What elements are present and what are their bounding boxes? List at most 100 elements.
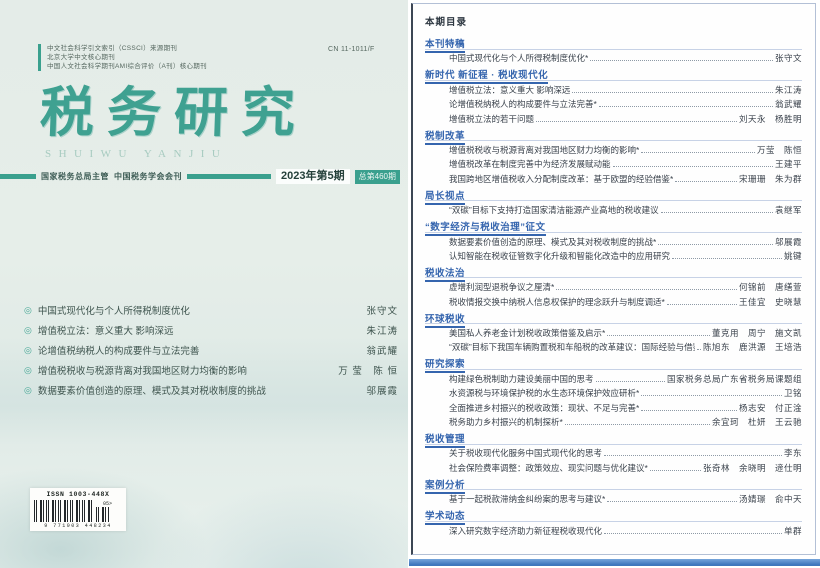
toc-article-title[interactable]: 论增值税纳税人的构成要件与立法完善*	[449, 98, 597, 110]
footer-rule-left	[0, 174, 36, 179]
dotted-leader	[667, 304, 737, 305]
toc-article-authors: 刘天永 杨胜明	[739, 113, 802, 125]
toc-article-title[interactable]: 税务助力乡村振兴的机制探析*	[449, 416, 563, 428]
journal-title-pinyin: SHUIWU YANJIU	[45, 148, 227, 160]
footer-rule-right	[187, 174, 271, 179]
toc-section-heading: “数字经济与税收治理”征文	[425, 217, 802, 233]
toc-article-title[interactable]: 中国式现代化与个人所得税制度优化*	[449, 52, 588, 64]
toc-article-row[interactable]: 论增值税纳税人的构成要件与立法完善*翁武耀	[425, 96, 802, 110]
toc-article-row[interactable]: 深入研究数字经济助力新征程税收现代化单群	[425, 522, 802, 536]
toc-article-row[interactable]: 税务助力乡村振兴的机制探析*余宜珂 杜妍 王云驰	[425, 414, 802, 428]
toc-article-title[interactable]: 数据要素价值创造的原理、模式及其对税收制度的挑战*	[449, 236, 656, 248]
cover-article-authors: 邬展霞	[366, 383, 398, 397]
toc-article-row[interactable]: 增值税税收与税源背离对我国地区财力均衡的影响*万莹 陈恒	[425, 142, 802, 156]
toc-article-row[interactable]: 构建绿色税制助力建设美丽中国的思考国家税务总局广东省税务局课题组	[425, 370, 802, 384]
toc-article-row[interactable]: 税收情报交换中纳税人信息权保护的理念跃升与制度调适*王佳宜 史晓慧	[425, 293, 802, 307]
toc-section-heading-label: “数字经济与税收治理”征文	[425, 221, 546, 236]
toc-article-row[interactable]: 增值税改革在制度完善中为经济发展赋动能 王建平	[425, 156, 802, 170]
toc-article-title[interactable]: 我国跨地区增值税收入分配制度改革：基于欧盟的经验借鉴*	[449, 173, 673, 185]
toc-article-row[interactable]: 中国式现代化与个人所得税制度优化*张守文	[425, 50, 802, 64]
cover-article-row: ◎增值税立法：意义重大 影响深远朱江涛	[24, 320, 398, 340]
toc-section-heading-label: 研究探索	[425, 358, 465, 373]
toc-article-row[interactable]: 虚增利润型退税争议之厘清*何锦前 唐缮萱	[425, 279, 802, 293]
toc-article-row[interactable]: 全面推进乡村振兴的税收政策：现状、不足与完善* 杨志安 付正淦	[425, 399, 802, 413]
dotted-leader	[565, 424, 710, 425]
toc-article-row[interactable]: 认知智能在税收征管数字化升级和智能化改造中的应用研究 姚键	[425, 248, 802, 262]
cover-article-list: ◎中国式现代化与个人所得税制度优化张守文◎增值税立法：意义重大 影响深远朱江涛 ◎…	[24, 300, 398, 400]
toc-article-row[interactable]: “双碳”目标下支持打造国家清洁能源产业高地的税收建议 袁继军	[425, 202, 802, 216]
toc-article-title[interactable]: 社会保险费率调整：政策效应、现实问题与优化建议*	[449, 462, 648, 474]
toc-article-title[interactable]: 虚增利润型退税争议之厘清*	[449, 281, 554, 293]
barcode-addon	[96, 507, 110, 522]
toc-article-authors: 李东	[784, 447, 802, 459]
dotted-leader	[604, 455, 782, 456]
toc-section-heading: 新时代 新征程 · 税收现代化	[425, 65, 802, 81]
accreditation-line: 中文社会科学引文索引（CSSCI）来源期刊	[47, 44, 207, 53]
toc-article-authors: 汤婧璟 俞中天	[739, 493, 802, 505]
cn-number: CN 11-1011/F	[328, 46, 375, 53]
barcode	[34, 500, 92, 522]
toc-article-row[interactable]: 我国跨地区增值税收入分配制度改革：基于欧盟的经验借鉴* 宋珊珊 朱为群	[425, 170, 802, 184]
toc-section-heading-label: 税收法治	[425, 267, 465, 282]
toc-page: 本期目录 本刊特稿中国式现代化与个人所得税制度优化*张守文新时代 新征程 · 税…	[411, 3, 816, 555]
cover-article-title: 中国式现代化与个人所得税制度优化	[38, 303, 190, 317]
dotted-leader	[604, 533, 782, 534]
accreditation-lines: 中文社会科学引文索引（CSSCI）来源期刊北京大学中文核心期刊中国人文社会科学期…	[47, 44, 207, 71]
toc-article-title[interactable]: 关于税收现代化服务中国式现代化的思考	[449, 447, 602, 459]
toc-article-title[interactable]: 增值税立法的若干问题	[449, 113, 534, 125]
toc-article-title[interactable]: “双碳”目标下支持打造国家清洁能源产业高地的税收建议	[449, 204, 659, 216]
toc-article-row[interactable]: 水资源税与环境保护税的水生态环境保护效应研析*卫铭	[425, 385, 802, 399]
toc-article-authors: 宋珊珊 朱为群	[739, 173, 802, 185]
toc-article-title[interactable]: 增值税立法：意义重大 影响深远	[449, 84, 570, 96]
toc-article-title[interactable]: 美国私人养老金计划税收政策借鉴及启示*	[449, 327, 605, 339]
toc-article-authors: 王建平	[775, 158, 802, 170]
toc-article-authors: 陈旭东 鹿洪源 王培浩	[703, 341, 802, 353]
toc-section-heading-label: 税收管理	[425, 433, 465, 448]
toc-article-authors: 袁继军	[775, 204, 802, 216]
toc-article-title[interactable]: 认知智能在税收征管数字化升级和智能化改造中的应用研究	[449, 250, 670, 262]
toc-article-row[interactable]: 增值税立法的若干问题 刘天永 杨胜明	[425, 110, 802, 124]
toc-article-title[interactable]: 税收情报交换中纳税人信息权保护的理念跃升与制度调适*	[449, 296, 665, 308]
toc-article-title[interactable]: 全面推进乡村振兴的税收政策：现状、不足与完善*	[449, 402, 639, 414]
accreditation-bar	[38, 44, 41, 71]
toc-section-heading-label: 新时代 新征程 · 税收现代化	[425, 69, 548, 84]
toc-article-row[interactable]: “双碳”目标下我国车辆购置税和车船税的改革建议：国际经验与借鉴* 陈旭东 鹿洪源 …	[425, 339, 802, 353]
barcode-number: 9 771003 448234	[34, 523, 122, 529]
cover-article-row: ◎中国式现代化与个人所得税制度优化张守文	[24, 300, 398, 320]
toc-article-title[interactable]: 增值税税收与税源背离对我国地区财力均衡的影响*	[449, 144, 639, 156]
dotted-leader	[536, 121, 737, 122]
toc-article-title[interactable]: 增值税改革在制度完善中为经济发展赋动能	[449, 158, 611, 170]
toc-article-row[interactable]: 基于一起税款滞纳金纠纷案的思考与建议* 汤婧璟 俞中天	[425, 491, 802, 505]
toc-section-heading-label: 案例分析	[425, 479, 465, 494]
toc-article-title[interactable]: 深入研究数字经济助力新征程税收现代化	[449, 525, 602, 537]
dotted-leader	[607, 335, 710, 336]
toc-article-authors: 董克用 周宁 施文凯	[712, 327, 802, 339]
affiliation-label: 中国税务学会会刊	[114, 171, 182, 182]
dotted-leader	[658, 244, 773, 245]
toc-section-heading: 局长视点	[425, 186, 802, 202]
cover-footer-bar: 国家税务总局主管 中国税务学会会刊 2023年第5期 总第460期	[0, 169, 400, 184]
toc-article-row[interactable]: 关于税收现代化服务中国式现代化的思考 李东	[425, 445, 802, 459]
toc-article-title[interactable]: 基于一起税款滞纳金纠纷案的思考与建议*	[449, 493, 605, 505]
dotted-leader	[596, 381, 665, 382]
accreditation-line: 中国人文社会科学期刊AMI综合评价（A刊）核心期刊	[47, 62, 207, 71]
dotted-leader	[661, 212, 773, 213]
cover-article-row: ◎增值税税收与税源背离对我国地区财力均衡的影响万 莹 陈 恒	[24, 360, 398, 380]
toc-article-row[interactable]: 社会保险费率调整：政策效应、现实问题与优化建议*张奇林 余晓明 遆仕明	[425, 459, 802, 473]
circle-bullet-icon: ◎	[24, 385, 32, 396]
journal-title: 税务研究	[39, 84, 361, 142]
dotted-leader	[641, 410, 737, 411]
cover-article-authors: 朱江涛	[366, 323, 398, 337]
dotted-leader	[641, 395, 782, 396]
supervisor-label: 国家税务总局主管	[41, 171, 109, 182]
accreditation-block: 中文社会科学引文索引（CSSCI）来源期刊北京大学中文核心期刊中国人文社会科学期…	[38, 44, 207, 71]
toc-article-authors: 姚键	[784, 250, 802, 262]
toc-section-heading-label: 环球税收	[425, 313, 465, 328]
toc-article-row[interactable]: 美国私人养老金计划税收政策借鉴及启示* 董克用 周宁 施文凯	[425, 325, 802, 339]
toc-article-authors: 杨志安 付正淦	[739, 402, 802, 414]
toc-article-title[interactable]: “双碳”目标下我国车辆购置税和车船税的改革建议：国际经验与借鉴*	[449, 341, 695, 353]
journal-cover: 中文社会科学引文索引（CSSCI）来源期刊北京大学中文核心期刊中国人文社会科学期…	[0, 0, 408, 568]
toc-article-title[interactable]: 构建绿色税制助力建设美丽中国的思考	[449, 373, 594, 385]
dotted-leader	[697, 349, 701, 350]
toc-article-title[interactable]: 水资源税与环境保护税的水生态环境保护效应研析*	[449, 387, 639, 399]
